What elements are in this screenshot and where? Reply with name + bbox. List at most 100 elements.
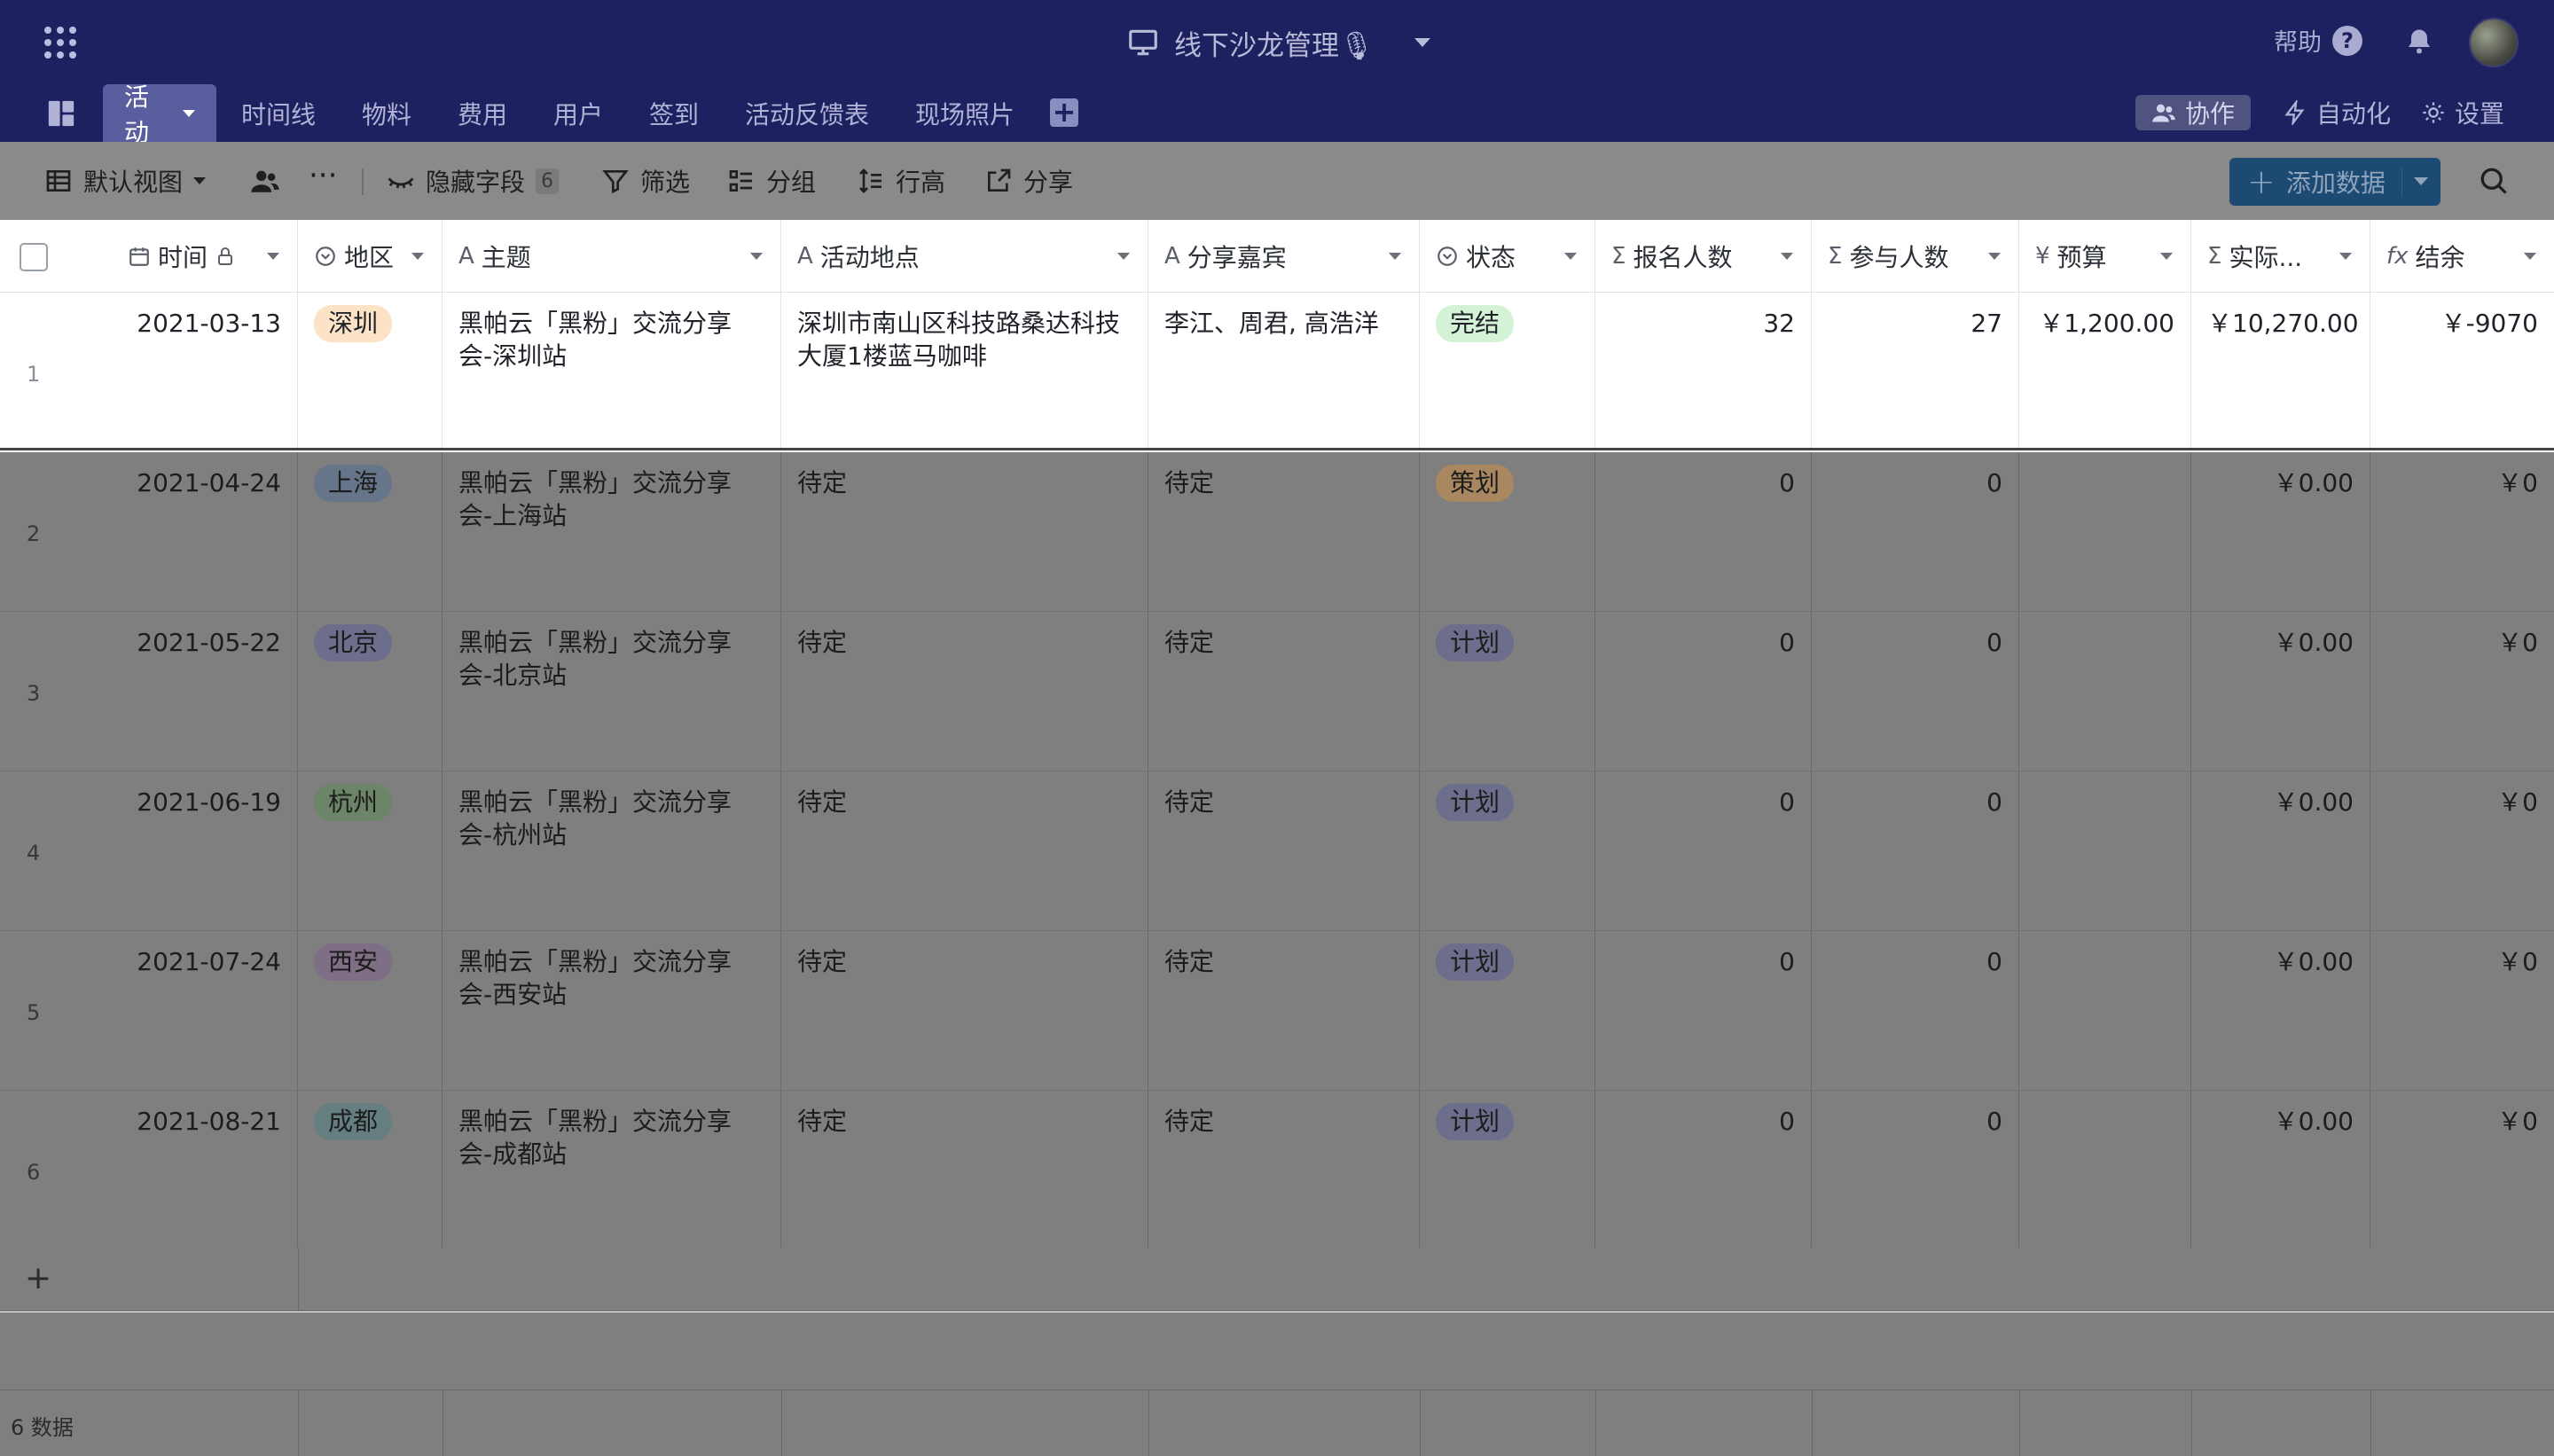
cell-region[interactable]: 西安 [298, 931, 443, 1090]
add-data-button[interactable]: + 添加数据 [2229, 158, 2440, 206]
tab-checkin[interactable]: 签到 [649, 84, 699, 142]
chevron-down-icon[interactable] [2414, 177, 2428, 185]
cell-signups[interactable]: 0 [1595, 612, 1812, 771]
column-header-location[interactable]: A 活动地点 [781, 220, 1148, 293]
cell-signups[interactable]: 0 [1595, 931, 1812, 1090]
cell-signups[interactable]: 32 [1595, 293, 1812, 448]
cell-balance[interactable]: ￥-9070 [2370, 293, 2554, 448]
column-header-budget[interactable]: ¥ 预算 [2019, 220, 2191, 293]
cell-topic[interactable]: 黑帕云「黑粉」交流分享会-成都站 [443, 1091, 781, 1249]
cell-date[interactable]: 2021-03-13 [114, 293, 298, 448]
cell-location[interactable]: 待定 [781, 612, 1148, 771]
tab-costs[interactable]: 费用 [458, 84, 507, 142]
automation-button[interactable]: 自动化 [2283, 95, 2391, 130]
cell-attendees[interactable]: 0 [1812, 452, 2019, 611]
members-icon[interactable] [250, 163, 280, 199]
add-row-bar[interactable]: + [0, 1248, 2554, 1311]
cell-guests[interactable]: 待定 [1148, 1091, 1420, 1249]
cell-date[interactable]: 2021-07-24 [114, 931, 298, 1090]
cell-region[interactable]: 成都 [298, 1091, 443, 1249]
column-header-attendees[interactable]: Σ 参与人数 [1812, 220, 2019, 293]
cell-guests[interactable]: 待定 [1148, 452, 1420, 611]
cell-attendees[interactable]: 0 [1812, 612, 2019, 771]
tab-feedback[interactable]: 活动反馈表 [745, 84, 869, 142]
chevron-down-icon[interactable] [1988, 253, 2001, 260]
settings-button[interactable]: 设置 [2421, 95, 2504, 130]
cell-guests[interactable]: 待定 [1148, 771, 1420, 930]
app-title[interactable]: 线下沙龙管理🎙 [1126, 20, 1431, 66]
cell-date[interactable]: 2021-05-22 [114, 612, 298, 771]
row-handle[interactable] [0, 452, 114, 611]
chevron-down-icon[interactable] [1414, 38, 1431, 47]
row-height-button[interactable]: 行高 [857, 163, 945, 199]
cell-status[interactable]: 计划 [1420, 1091, 1595, 1249]
chevron-down-icon[interactable] [750, 253, 763, 260]
table-row[interactable]: 5 2021-07-24 西安 黑帕云「黑粉」交流分享会-西安站 待定 待定 计划 0 0 ￥0.… [0, 931, 2554, 1091]
cell-topic[interactable]: 黑帕云「黑粉」交流分享会-深圳站 [443, 293, 781, 448]
row-handle[interactable] [0, 771, 114, 930]
row-handle[interactable] [0, 931, 114, 1090]
column-header-signups[interactable]: Σ 报名人数 [1595, 220, 1812, 293]
cell-balance[interactable]: ￥0 [2370, 452, 2554, 611]
cell-guests[interactable]: 李江、周君, 高浩洋 [1148, 293, 1420, 448]
row-handle[interactable] [0, 1091, 114, 1249]
cell-topic[interactable]: 黑帕云「黑粉」交流分享会-西安站 [443, 931, 781, 1090]
apps-grid-icon[interactable] [44, 27, 76, 59]
layout-icon[interactable] [46, 98, 76, 129]
row-handle[interactable] [0, 293, 114, 448]
cell-budget[interactable]: ￥1,200.00 [2019, 293, 2191, 448]
cell-actual[interactable]: ￥0.00 [2191, 612, 2370, 771]
row-handle[interactable] [0, 612, 114, 771]
tab-photos[interactable]: 现场照片 [915, 84, 1015, 142]
share-button[interactable]: 分享 [984, 163, 1073, 199]
user-avatar[interactable] [2469, 18, 2519, 67]
tab-users[interactable]: 用户 [553, 84, 603, 142]
cell-signups[interactable]: 0 [1595, 452, 1812, 611]
cell-region[interactable]: 北京 [298, 612, 443, 771]
column-header-date[interactable]: 时间 [114, 220, 298, 293]
search-icon[interactable] [2478, 165, 2510, 197]
tab-activity[interactable]: 活动 [103, 82, 216, 147]
cell-budget[interactable] [2019, 452, 2191, 611]
table-row[interactable]: 1 2021-03-13 深圳 黑帕云「黑粉」交流分享会-深圳站 深圳市南山区科技路桑达… [0, 293, 2554, 450]
cell-topic[interactable]: 黑帕云「黑粉」交流分享会-杭州站 [443, 771, 781, 930]
filter-button[interactable]: 筛选 [601, 163, 690, 199]
cell-balance[interactable]: ￥0 [2370, 931, 2554, 1090]
cell-guests[interactable]: 待定 [1148, 931, 1420, 1090]
table-row[interactable]: 3 2021-05-22 北京 黑帕云「黑粉」交流分享会-北京站 待定 待定 计划 0 0 ￥0.… [0, 612, 2554, 771]
chevron-down-icon[interactable] [1389, 253, 1401, 260]
cell-region[interactable]: 上海 [298, 452, 443, 611]
chevron-down-icon[interactable] [1781, 253, 1793, 260]
cell-date[interactable]: 2021-04-24 [114, 452, 298, 611]
add-tab-button[interactable]: + [1050, 98, 1078, 127]
cell-attendees[interactable]: 0 [1812, 931, 2019, 1090]
collaborate-button[interactable]: 协作 [2135, 95, 2252, 130]
cell-actual[interactable]: ￥0.00 [2191, 452, 2370, 611]
cell-status[interactable]: 策划 [1420, 452, 1595, 611]
bell-icon[interactable] [2403, 25, 2435, 59]
cell-signups[interactable]: 0 [1595, 771, 1812, 930]
cell-location[interactable]: 待定 [781, 771, 1148, 930]
cell-date[interactable]: 2021-08-21 [114, 1091, 298, 1249]
cell-actual[interactable]: ￥0.00 [2191, 771, 2370, 930]
cell-location[interactable]: 深圳市南山区科技路桑达科技大厦1楼蓝马咖啡 [781, 293, 1148, 448]
cell-status[interactable]: 计划 [1420, 771, 1595, 930]
column-header-region[interactable]: 地区 [298, 220, 443, 293]
cell-status[interactable]: 计划 [1420, 612, 1595, 771]
cell-status[interactable]: 计划 [1420, 931, 1595, 1090]
tab-timeline[interactable]: 时间线 [241, 84, 316, 142]
cell-guests[interactable]: 待定 [1148, 612, 1420, 771]
group-button[interactable]: 分组 [727, 163, 816, 199]
cell-budget[interactable] [2019, 771, 2191, 930]
cell-topic[interactable]: 黑帕云「黑粉」交流分享会-北京站 [443, 612, 781, 771]
chevron-down-icon[interactable] [2524, 253, 2536, 260]
cell-attendees[interactable]: 27 [1812, 293, 2019, 448]
cell-budget[interactable] [2019, 931, 2191, 1090]
cell-topic[interactable]: 黑帕云「黑粉」交流分享会-上海站 [443, 452, 781, 611]
cell-signups[interactable]: 0 [1595, 1091, 1812, 1249]
table-row[interactable]: 2 2021-04-24 上海 黑帕云「黑粉」交流分享会-上海站 待定 待定 策划 0 0 ￥0.… [0, 452, 2554, 612]
chevron-down-icon[interactable] [2160, 253, 2173, 260]
cell-location[interactable]: 待定 [781, 1091, 1148, 1249]
cell-region[interactable]: 深圳 [298, 293, 443, 448]
cell-actual[interactable]: ￥0.00 [2191, 1091, 2370, 1249]
